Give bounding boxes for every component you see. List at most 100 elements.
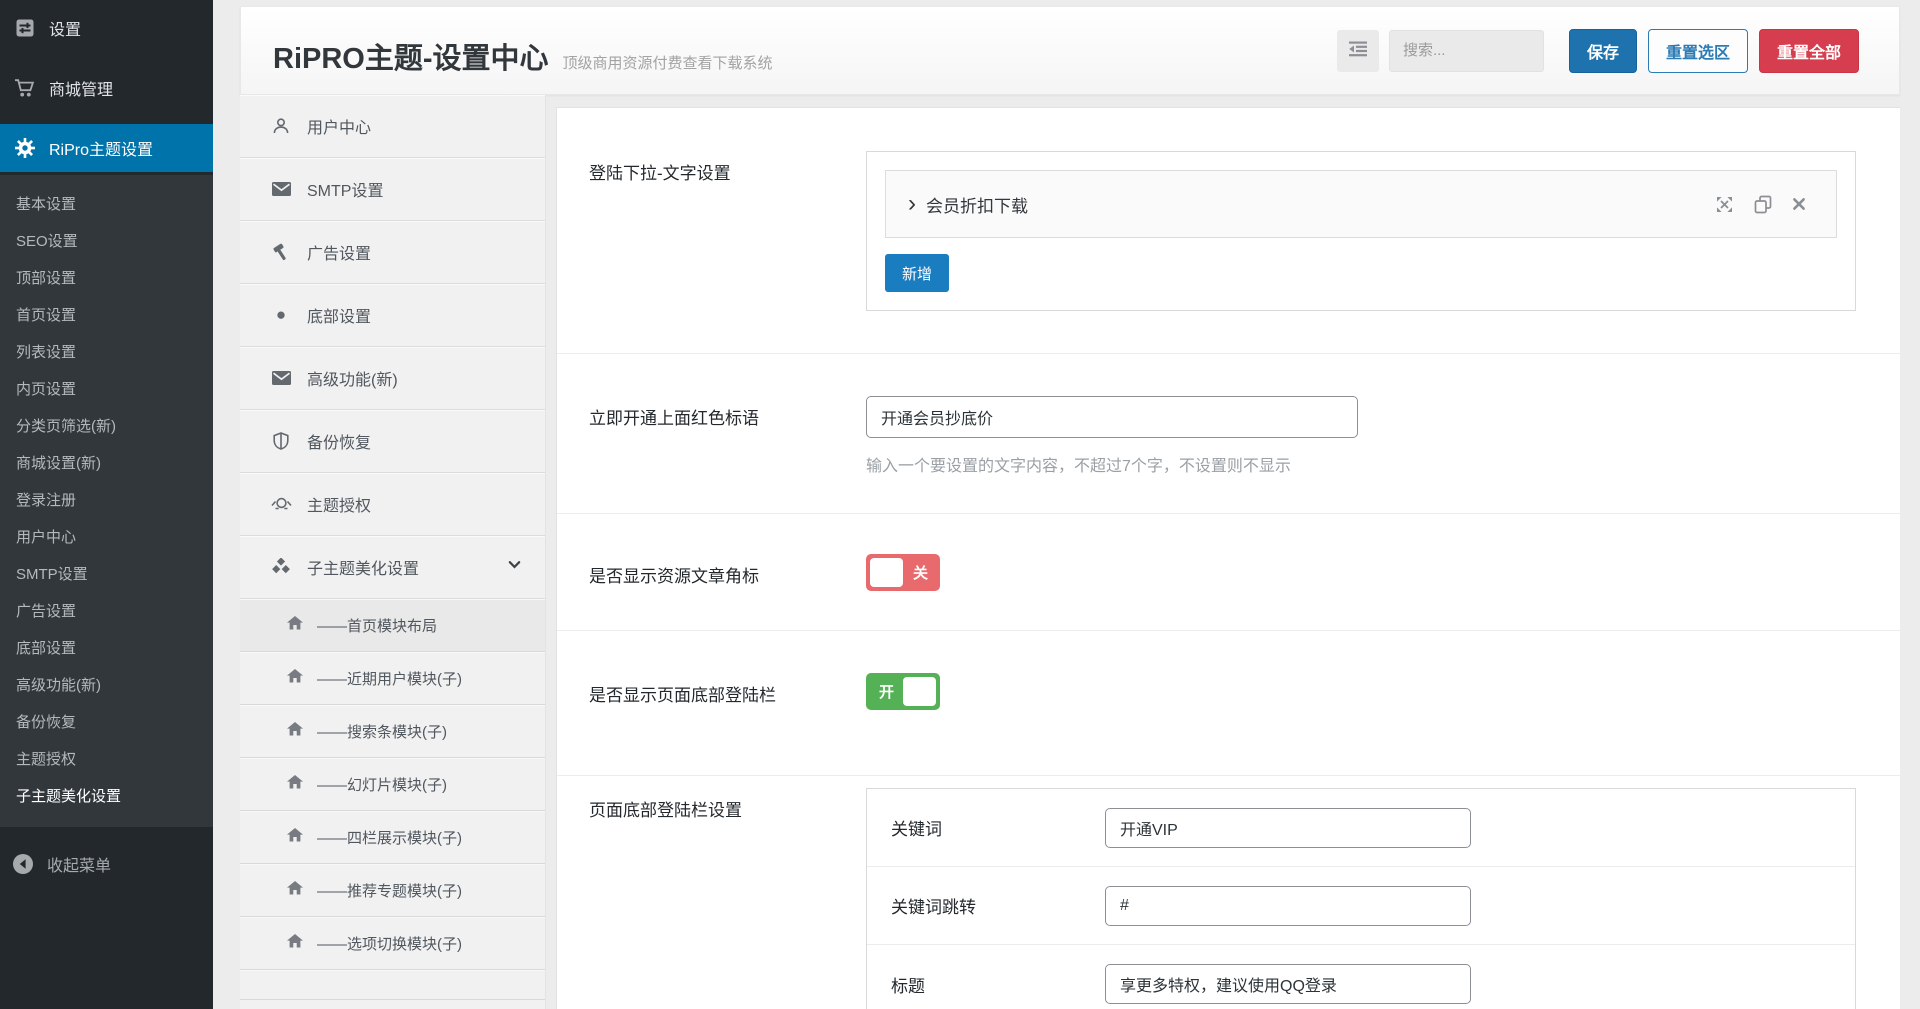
nav-child-option-switch[interactable]: ——选项切换模块(子) xyxy=(240,917,545,970)
wp-submenu-item-seo[interactable]: SEO设置 xyxy=(0,223,213,260)
nav-child-search-bar[interactable]: ——搜索条模块(子) xyxy=(240,705,545,758)
subfield-label: 关键词 xyxy=(891,815,1105,840)
circle-icon: ● xyxy=(270,305,292,325)
wp-submenu-item-basic[interactable]: 基本设置 xyxy=(0,186,213,223)
field-label: 页面底部登陆栏设置 xyxy=(589,788,866,1009)
field-label: 登陆下拉-文字设置 xyxy=(589,151,866,311)
corner-badge-toggle[interactable]: 关 xyxy=(866,554,940,591)
nav-child-home-layout[interactable]: ——首页模块布局 xyxy=(240,599,545,652)
home-icon xyxy=(287,881,303,899)
repeater-panel: › 会员折扣下载 xyxy=(866,151,1856,311)
wp-submenu-item-ads[interactable]: 广告设置 xyxy=(0,593,213,630)
envelope-icon xyxy=(270,371,292,385)
field-label: 是否显示页面底部登陆栏 xyxy=(589,673,866,710)
nav-item-label: 用户中心 xyxy=(307,114,371,138)
wp-submenu-item-home[interactable]: 首页设置 xyxy=(0,297,213,334)
envelope-icon xyxy=(270,182,292,196)
page-title: RiPRO主题-设置中心 xyxy=(273,35,549,77)
nav-item-license[interactable]: 主题授权 xyxy=(240,473,545,536)
red-slogan-input[interactable] xyxy=(866,396,1358,438)
nav-item-user-center[interactable]: 用户中心 xyxy=(240,95,545,158)
reset-all-button[interactable]: 重置全部 xyxy=(1759,29,1859,73)
keyword-input[interactable] xyxy=(1105,808,1471,848)
reset-selection-button[interactable]: 重置选区 xyxy=(1648,29,1748,73)
row-footer-login-toggle: 是否显示页面底部登陆栏 开 xyxy=(557,631,1900,776)
handshake-icon xyxy=(270,496,292,512)
footer-login-toggle[interactable]: 开 xyxy=(866,673,940,710)
wp-submenu-item-smtp[interactable]: SMTP设置 xyxy=(0,556,213,593)
subfield-keyword: 关键词 xyxy=(867,789,1855,867)
toggle-state-label: 开 xyxy=(879,681,894,702)
home-icon xyxy=(287,616,303,634)
home-icon xyxy=(287,669,303,687)
row-corner-badge-toggle: 是否显示资源文章角标 关 xyxy=(557,514,1900,631)
nav-item-child-theme[interactable]: 子主题美化设置 xyxy=(240,536,545,599)
keyword-link-input[interactable] xyxy=(1105,886,1471,926)
nav-item-label: 底部设置 xyxy=(307,303,371,327)
subfield-title: 标题 xyxy=(867,945,1855,1009)
gear-icon xyxy=(14,138,36,158)
page-subtitle: 顶级商用资源付费查看下载系统 xyxy=(563,52,773,73)
nav-item-label: 广告设置 xyxy=(307,240,371,264)
nav-item-backup[interactable]: 备份恢复 xyxy=(240,410,545,473)
nav-child-recent-users[interactable]: ——近期用户模块(子) xyxy=(240,652,545,705)
wp-menu-label: RiPro主题设置 xyxy=(49,136,153,160)
chevron-down-icon[interactable] xyxy=(506,556,523,578)
cart-icon xyxy=(14,78,36,98)
toggle-state-label: 关 xyxy=(913,562,928,583)
field-label: 立即开通上面红色标语 xyxy=(589,396,866,476)
header-controls: 保存 重置选区 重置全部 xyxy=(1337,29,1859,73)
wp-menu-item-ripro-settings[interactable]: RiPro主题设置 xyxy=(0,124,213,172)
wp-submenu-item-shop-settings[interactable]: 商城设置(新) xyxy=(0,445,213,482)
collapse-menu-label: 收起菜单 xyxy=(47,852,111,876)
collapse-menu-button[interactable]: 收起菜单 xyxy=(0,844,213,884)
wp-menu-item-shop[interactable]: 商城管理 xyxy=(0,64,213,112)
wp-submenu-item-category-filter[interactable]: 分类页筛选(新) xyxy=(0,408,213,445)
nav-child-slider[interactable]: ——幻灯片模块(子) xyxy=(240,758,545,811)
nav-child-label: ——近期用户模块(子) xyxy=(317,668,462,689)
title-input[interactable] xyxy=(1105,964,1471,1004)
wp-submenu: 基本设置 SEO设置 顶部设置 首页设置 列表设置 内页设置 分类页筛选(新) … xyxy=(0,175,213,827)
wp-submenu-item-backup[interactable]: 备份恢复 xyxy=(0,704,213,741)
close-icon[interactable] xyxy=(1792,197,1806,211)
user-icon xyxy=(270,117,292,135)
nav-item-smtp[interactable]: SMTP设置 xyxy=(240,158,545,221)
settings-nav: 用户中心 SMTP设置 广告设置 ● 底部设置 高级功能(新) xyxy=(240,95,546,1009)
toggle-nav-button[interactable] xyxy=(1337,30,1379,72)
subfield-label: 关键词跳转 xyxy=(891,893,1105,918)
repeater-item[interactable]: › 会员折扣下载 xyxy=(885,170,1837,238)
wp-menu-item-settings[interactable]: 设置 xyxy=(0,4,213,52)
wp-submenu-item-inner[interactable]: 内页设置 xyxy=(0,371,213,408)
nav-item-advanced[interactable]: 高级功能(新) xyxy=(240,347,545,410)
toggle-knob xyxy=(870,558,903,587)
wp-submenu-item-advanced[interactable]: 高级功能(新) xyxy=(0,667,213,704)
repeater-item-actions xyxy=(1715,195,1806,214)
nav-child-recommended-topics[interactable]: ——推荐专题模块(子) xyxy=(240,864,545,917)
nav-child-label: ——选项切换模块(子) xyxy=(317,933,462,954)
copy-icon[interactable] xyxy=(1754,195,1772,214)
save-button[interactable]: 保存 xyxy=(1569,29,1637,73)
home-icon xyxy=(287,722,303,740)
wp-admin-sidebar: 设置 商城管理 RiPro主题设置 基本设置 SEO设置 顶部设置 首页设置 列… xyxy=(0,0,213,1009)
wp-submenu-item-top[interactable]: 顶部设置 xyxy=(0,260,213,297)
nav-item-footer[interactable]: ● 底部设置 xyxy=(240,284,545,347)
nav-child-four-columns[interactable]: ——四栏展示模块(子) xyxy=(240,811,545,864)
app-window: 设置 商城管理 RiPro主题设置 基本设置 SEO设置 顶部设置 首页设置 列… xyxy=(0,0,1920,1009)
wp-submenu-item-child-theme[interactable]: 子主题美化设置 xyxy=(0,778,213,815)
nav-item-label: 备份恢复 xyxy=(307,429,371,453)
nav-item-label: 高级功能(新) xyxy=(307,366,398,390)
nav-item-ads[interactable]: 广告设置 xyxy=(240,221,545,284)
search-input[interactable] xyxy=(1389,30,1544,72)
wp-submenu-item-login-register[interactable]: 登录注册 xyxy=(0,482,213,519)
nav-child-label: ——推荐专题模块(子) xyxy=(317,880,462,901)
cubes-icon xyxy=(270,558,292,576)
toggle-knob xyxy=(903,677,936,706)
wp-submenu-item-list[interactable]: 列表设置 xyxy=(0,334,213,371)
add-button[interactable]: 新增 xyxy=(885,254,949,292)
wp-submenu-item-footer[interactable]: 底部设置 xyxy=(0,630,213,667)
wp-submenu-item-license[interactable]: 主题授权 xyxy=(0,741,213,778)
field-help-text: 输入一个要设置的文字内容，不超过7个字，不设置则不显示 xyxy=(866,452,1856,476)
expand-icon[interactable] xyxy=(1715,195,1734,214)
page-header: RiPRO主题-设置中心 顶级商用资源付费查看下载系统 保存 重置选区 重置全部 xyxy=(240,6,1900,95)
wp-submenu-item-user-center[interactable]: 用户中心 xyxy=(0,519,213,556)
